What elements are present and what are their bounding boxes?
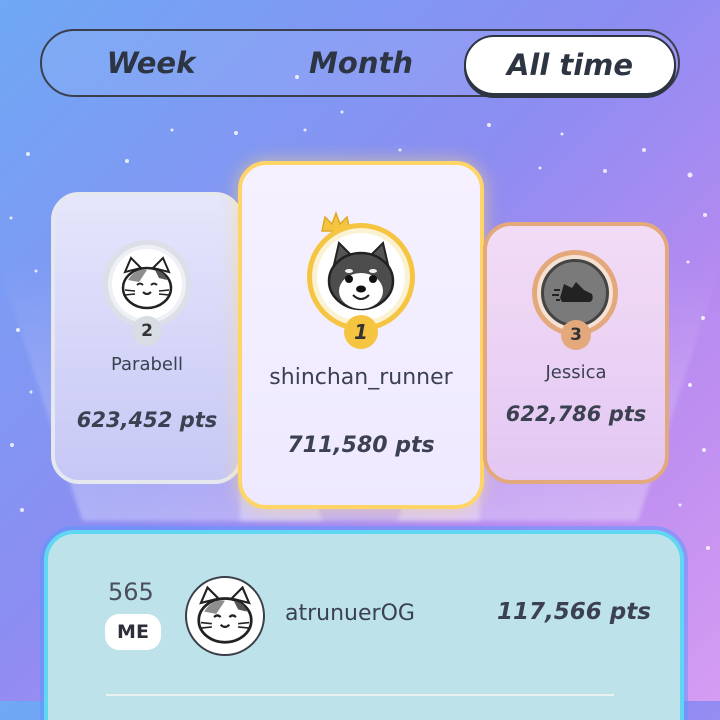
podium-card-second[interactable]: 2 Parabell 623,452 pts xyxy=(51,192,243,484)
avatar-ring-second xyxy=(103,240,191,328)
player-name-second: Parabell xyxy=(110,354,183,375)
player-points-first: 711,580 pts xyxy=(287,433,435,458)
player-name-third: Jessica xyxy=(545,362,607,383)
rank-badge-third: 3 xyxy=(561,320,591,350)
tab-week[interactable]: Week xyxy=(48,35,254,91)
tab-all-time[interactable]: All time xyxy=(464,35,676,95)
my-points: 117,566 pts xyxy=(497,599,651,625)
row-divider xyxy=(106,694,614,696)
rank-badge-second: 2 xyxy=(132,316,162,346)
player-points-second: 623,452 pts xyxy=(76,408,218,432)
cat-icon xyxy=(197,585,253,644)
rank-badge-first: 1 xyxy=(344,315,378,349)
podium-card-third[interactable]: 3 Jessica 622,786 pts xyxy=(483,222,669,484)
tab-month[interactable]: Month xyxy=(258,35,464,91)
shiba-dog-icon xyxy=(327,241,395,311)
my-avatar[interactable] xyxy=(185,576,265,656)
podium-card-first[interactable]: 1 shinchan_runner 711,580 pts xyxy=(238,161,484,509)
my-rank-number: 565 xyxy=(108,578,154,606)
my-username: atrunuerOG xyxy=(285,601,415,626)
time-range-tabs: Week Month All time xyxy=(40,29,680,97)
player-points-third: 622,786 pts xyxy=(505,402,647,426)
cat-icon xyxy=(121,256,173,310)
running-shoe-icon xyxy=(552,282,593,302)
player-name-first: shinchan_runner xyxy=(269,365,453,390)
me-badge: ME xyxy=(105,614,161,650)
